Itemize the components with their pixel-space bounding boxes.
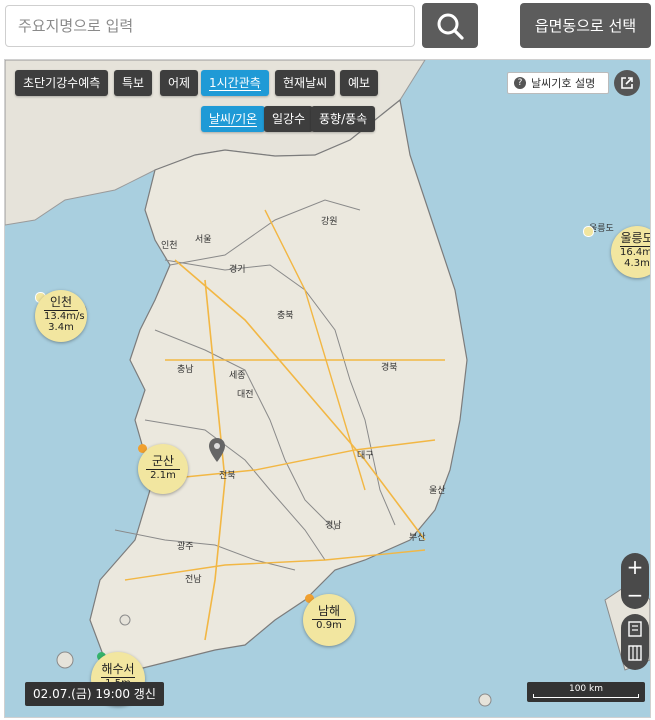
station-namhae[interactable]: 남해 0.9m [303, 594, 355, 646]
update-timestamp: 02.07.(금) 19:00 갱신 [25, 682, 164, 706]
city-label: 대전 [237, 390, 254, 400]
map-layers-icon [628, 621, 642, 661]
city-label: 광주 [177, 542, 194, 552]
city-label: 인천 [161, 241, 178, 251]
map-scale: 100 km [527, 682, 645, 702]
city-label: 경남 [325, 521, 342, 531]
city-label: 경기 [229, 265, 246, 275]
city-label: 세종 [229, 371, 246, 381]
search-input[interactable] [5, 5, 415, 47]
station-incheon[interactable]: 인천 13.4m/s 3.4m [35, 290, 87, 342]
tab-forecast[interactable]: 예보 [340, 70, 379, 96]
tab-warnings[interactable]: 특보 [114, 70, 153, 96]
station-gunsan[interactable]: 군산 2.1m [138, 444, 188, 494]
zoom-out-button[interactable]: − [621, 581, 649, 609]
city-label: 울산 [429, 486, 446, 496]
zoom-in-button[interactable]: + [621, 553, 649, 581]
tab-yesterday[interactable]: 어제 [160, 70, 199, 96]
city-label: 전남 [185, 575, 202, 585]
map-layers-control[interactable] [621, 614, 649, 670]
select-by-district-button[interactable]: 읍면동으로 선택 [520, 3, 651, 48]
subtab-weather-temperature[interactable]: 날씨/기온 [201, 106, 266, 132]
city-label: 대구 [357, 451, 374, 461]
city-label: 충남 [177, 365, 194, 375]
zoom-control: + − [621, 553, 649, 609]
minus-icon: − [626, 583, 644, 607]
subtab-wind[interactable]: 풍향/풍속 [311, 106, 376, 132]
search-icon [437, 13, 464, 40]
weather-symbol-legend-button[interactable]: ? 날씨기호 설명 [507, 72, 609, 94]
external-link-icon [621, 77, 633, 89]
tab-nowcast-precip[interactable]: 초단기강수예측 [15, 70, 109, 96]
city-label: 부산 [409, 533, 426, 543]
subtab-daily-precipitation[interactable]: 일강수 [264, 106, 314, 132]
city-label: 강원 [321, 217, 338, 227]
plus-icon: + [626, 555, 644, 579]
city-label: 경북 [381, 363, 398, 373]
weather-map[interactable]: 인천 서울 경기 강원 충북 충남 세종 대전 경북 전북 대구 울산 경남 부… [4, 59, 651, 718]
tab-current-weather[interactable]: 현재날씨 [275, 70, 336, 96]
search-button[interactable] [422, 3, 478, 48]
help-icon: ? [514, 77, 526, 89]
city-label: 서울 [195, 235, 212, 245]
tab-hourly-observation[interactable]: 1시간관측 [201, 70, 269, 96]
city-label: 전북 [219, 471, 236, 481]
station-marker-dot [583, 226, 594, 237]
city-label: 충북 [277, 311, 294, 321]
top-bar: 읍면동으로 선택 [0, 0, 655, 56]
external-link-button[interactable] [614, 70, 640, 96]
location-pin-icon[interactable] [209, 438, 225, 462]
